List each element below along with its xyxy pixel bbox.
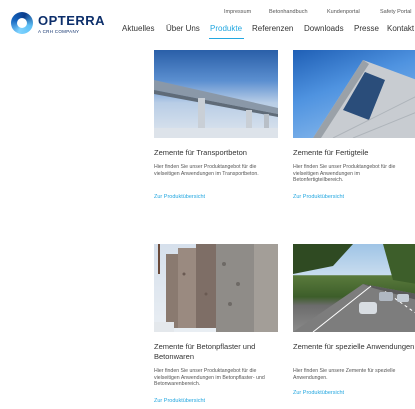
active-nav-indicator [209,38,244,39]
nav-item-aktuelles[interactable]: Aktuelles [122,24,154,33]
product-overview-link[interactable]: Zur Produktübersicht [293,194,344,200]
card-title: Zemente für spezielle Anwendungen [293,342,415,351]
card-description: Hier finden Sie unser Produktangebot für… [154,368,265,388]
highway-illustration [293,244,415,332]
meta-nav-safety-portal[interactable]: Safety Portal [380,9,412,15]
meta-nav-betonhandbuch[interactable]: Betonhandbuch [269,9,308,15]
card-description: Hier finden Sie unser Produktangebot für… [154,164,259,177]
card-description: Hier finden Sie unsere Zemente für spezi… [293,368,396,381]
highway-image[interactable] [293,244,415,332]
nav-item-referenzen[interactable]: Referenzen [252,24,293,33]
product-card-fertigteile: Zemente für Fertigteile Hier finden Sie … [293,50,415,210]
meta-nav-kundenportal[interactable]: Kundenportal [327,9,360,15]
nav-item-ueber-uns[interactable]: Über Uns [166,24,200,33]
card-title: Zemente für Betonpflaster und Betonwaren [154,342,256,361]
product-card-betonpflaster: Zemente für Betonpflaster und Betonwaren… [154,244,278,409]
facade-image[interactable] [293,50,415,138]
card-title: Zemente für Transportbeton [154,148,247,157]
product-card-spezielle-anwendungen: Zemente für spezielle Anwendungen Hier f… [293,244,415,404]
facade-illustration [313,60,415,138]
concrete-blocks-illustration [154,244,278,332]
meta-nav-impressum[interactable]: Impressum [224,9,251,15]
product-card-transportbeton: Zemente für Transportbeton Hier finden S… [154,50,278,210]
nav-item-produkte[interactable]: Produkte [210,24,242,33]
meta-navigation: Impressum Betonhandbuch Kundenportal Saf… [0,9,415,19]
main-navigation: Aktuelles Über Uns Produkte Referenzen D… [0,24,415,38]
concrete-blocks-image[interactable] [154,244,278,332]
card-description: Hier finden Sie unser Produktangebot für… [293,164,396,184]
card-title: Zemente für Fertigteile [293,148,369,157]
nav-item-kontakt[interactable]: Kontakt [387,24,414,33]
bridge-image[interactable] [154,50,278,138]
product-overview-link[interactable]: Zur Produktübersicht [154,398,205,404]
bridge-illustration [154,80,278,138]
product-overview-link[interactable]: Zur Produktübersicht [293,390,344,396]
nav-item-presse[interactable]: Presse [354,24,379,33]
nav-item-downloads[interactable]: Downloads [304,24,344,33]
product-overview-link[interactable]: Zur Produktübersicht [154,194,205,200]
